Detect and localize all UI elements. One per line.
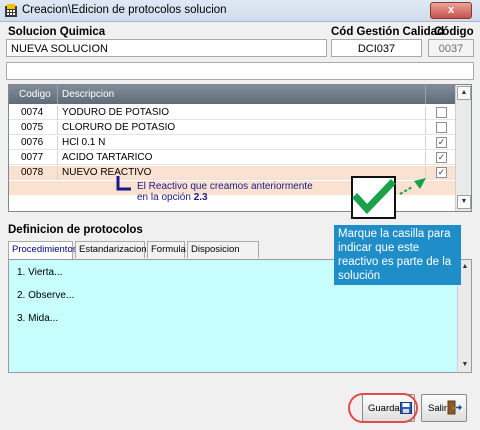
row-description: ACIDO TARTARICO xyxy=(58,151,426,165)
row-code: 0076 xyxy=(9,136,58,150)
tab-procedimientos[interactable]: Procedimientos xyxy=(8,241,77,260)
procedure-line: 2. Observe... xyxy=(17,290,75,301)
instruction-callout: Marque la casilla para indicar que este … xyxy=(334,225,461,285)
column-header-check xyxy=(426,85,455,104)
row-checkbox-checked[interactable]: ✓ xyxy=(436,167,447,178)
row-description: YODURO DE POTASIO xyxy=(58,106,426,120)
row-code: 0075 xyxy=(9,121,58,135)
row-checkbox-checked[interactable]: ✓ xyxy=(436,137,447,148)
annotation-note: El Reactivo que creamos anteriormente en… xyxy=(137,181,327,203)
row-code: 0074 xyxy=(9,106,58,120)
annotation-line2: en la opción 2.3 xyxy=(137,192,327,203)
salir-button[interactable]: Salir xyxy=(421,394,467,422)
protocolos-heading: Definicion de protocolos xyxy=(8,224,143,236)
tab-disposicion-final[interactable]: Disposicion Final xyxy=(187,241,259,270)
annotation-line2-bold: 2.3 xyxy=(193,192,208,203)
scroll-up-icon[interactable]: ▲ xyxy=(457,86,471,100)
row-checkbox[interactable] xyxy=(436,122,447,133)
pointer-arrow-icon xyxy=(116,176,131,191)
app-icon xyxy=(5,4,17,17)
table-row[interactable]: 0074 YODURO DE POTASIO xyxy=(9,106,455,120)
salir-label: Salir xyxy=(428,403,448,414)
row-description: HCl 0.1 N xyxy=(58,136,426,150)
codigo-field: 0037 xyxy=(428,39,474,57)
tab-estandarizacion[interactable]: Estandarizacion xyxy=(75,241,147,258)
table-row[interactable]: 0076 HCl 0.1 N ✓ xyxy=(9,136,455,150)
title-bar: Creacion\Edicion de protocolos solucion … xyxy=(0,0,480,22)
exit-door-icon xyxy=(447,400,462,415)
annotation-line2-prefix: en la opción xyxy=(137,192,194,203)
row-checkbox-checked[interactable]: ✓ xyxy=(436,152,447,163)
window-title: Creacion\Edicion de protocolos solucion xyxy=(22,4,227,16)
column-header-codigo[interactable]: Codigo xyxy=(9,85,58,104)
solucion-field[interactable]: NUEVA SOLUCION xyxy=(6,39,327,57)
row-checkbox[interactable] xyxy=(436,107,447,118)
row-code: 0078 xyxy=(9,166,58,180)
highlight-oval xyxy=(348,393,418,423)
close-button[interactable]: x xyxy=(430,2,472,19)
table-row[interactable]: 0077 ACIDO TARTARICO ✓ xyxy=(9,151,455,165)
extra-field[interactable] xyxy=(6,62,474,80)
procedure-line: 1. Vierta... xyxy=(17,267,63,278)
row-code: 0077 xyxy=(9,151,58,165)
codigo-label: Código xyxy=(434,26,474,38)
cod-gestion-field[interactable]: DCI037 xyxy=(331,39,422,57)
column-header-descripcion[interactable]: Descripcion xyxy=(58,85,426,104)
cod-gestion-label: Cód Gestión Calidad xyxy=(331,26,445,38)
big-checkmark-icon xyxy=(351,176,396,219)
scroll-down-icon[interactable]: ▼ xyxy=(457,195,471,209)
grid-scrollbar[interactable]: ▲ ▼ xyxy=(455,85,471,211)
procedure-line: 3. Mida... xyxy=(17,313,59,324)
table-row[interactable]: 0075 CLORURO DE POTASIO xyxy=(9,121,455,135)
green-arrow-icon xyxy=(399,178,426,195)
grid-header: Codigo Descripcion xyxy=(9,85,455,104)
annotation-line1: El Reactivo que creamos anteriormente xyxy=(137,181,313,192)
row-description: CLORURO DE POTASIO xyxy=(58,121,426,135)
solucion-label: Solucion Quimica xyxy=(8,26,106,38)
scroll-down-icon[interactable]: ▼ xyxy=(458,359,472,371)
tab-formula[interactable]: Formula xyxy=(147,241,186,258)
